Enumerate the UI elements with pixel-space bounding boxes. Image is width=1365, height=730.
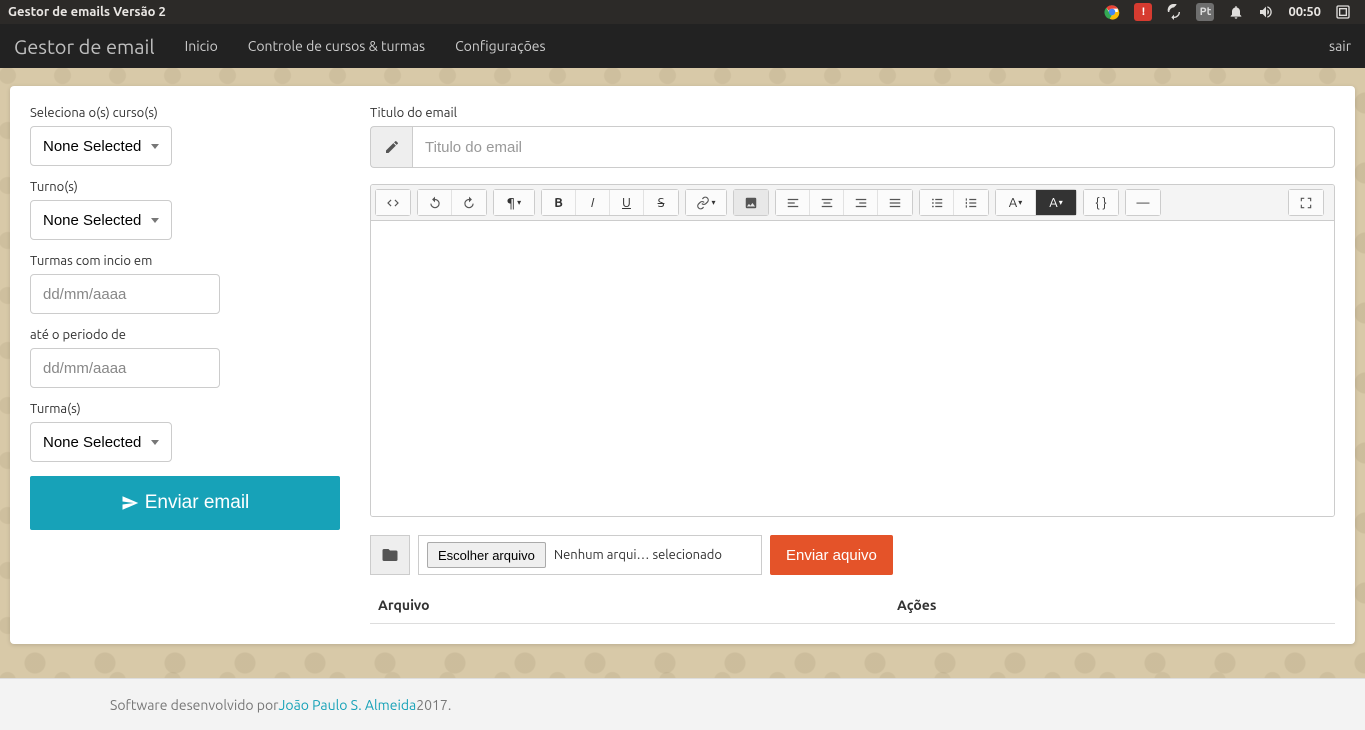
cursos-dropdown-value: None Selected (43, 138, 141, 155)
compose-area: Titulo do email ¶▾ B (370, 106, 1335, 624)
paragraph-dropdown[interactable]: ¶▾ (494, 190, 534, 215)
align-justify-button[interactable] (878, 190, 912, 215)
code-view-button[interactable] (376, 190, 410, 215)
os-window-title: Gestor de emails Versão 2 (8, 5, 1104, 19)
main-card: Seleciona o(s) curso(s) None Selected Tu… (10, 86, 1355, 644)
file-addon (370, 535, 410, 575)
periodo-date-input[interactable] (30, 348, 220, 388)
keyboard-layout-badge[interactable]: Pt (1196, 3, 1214, 21)
session-icon[interactable] (1335, 4, 1351, 20)
col-arquivo: Arquivo (378, 597, 897, 613)
editor-toolbar: ¶▾ B I U S ▾ (371, 185, 1334, 221)
list-ul-button[interactable] (920, 190, 954, 215)
nav-config[interactable]: Configurações (455, 38, 545, 54)
turnos-dropdown-value: None Selected (43, 212, 141, 229)
horizontal-rule-button[interactable]: — (1126, 190, 1160, 215)
file-choose-button[interactable]: Escolher arquivo (427, 542, 546, 568)
nav-logout[interactable]: sair (1329, 38, 1351, 54)
editor-content-area[interactable] (371, 221, 1334, 516)
os-clock[interactable]: 00:50 (1288, 5, 1321, 19)
fullscreen-button[interactable] (1289, 190, 1323, 215)
col-acoes: Ações (897, 597, 1327, 613)
caret-down-icon (151, 440, 159, 445)
os-tray: ! Pt 00:50 (1104, 3, 1351, 21)
app-brand: Gestor de email (14, 35, 155, 58)
align-left-button[interactable] (776, 190, 810, 215)
align-center-button[interactable] (810, 190, 844, 215)
bg-color-dropdown[interactable]: A▾ (1036, 190, 1076, 215)
nav-inicio[interactable]: Inicio (185, 38, 218, 54)
list-ol-button[interactable] (954, 190, 988, 215)
attachments-table-header: Arquivo Ações (370, 589, 1335, 624)
footer-author-link[interactable]: João Paulo S. Almeida (279, 697, 417, 713)
pencil-icon (384, 139, 400, 155)
email-title-label: Titulo do email (370, 106, 1335, 120)
inicio-label: Turmas com incio em (30, 254, 350, 268)
chrome-icon[interactable] (1104, 4, 1120, 20)
turnos-dropdown[interactable]: None Selected (30, 200, 172, 240)
paper-plane-icon (121, 494, 139, 512)
page-body: Seleciona o(s) curso(s) None Selected Tu… (0, 68, 1365, 678)
nav-controle[interactable]: Controle de cursos & turmas (248, 38, 425, 54)
cursos-label: Seleciona o(s) curso(s) (30, 106, 350, 120)
underline-button[interactable]: U (610, 190, 644, 215)
bold-button[interactable]: B (542, 190, 576, 215)
file-status-text: Nenhum arqui… selecionado (554, 548, 753, 562)
footer-prefix: Software desenvolvido por (110, 697, 279, 713)
app-navbar: Gestor de email Inicio Controle de curso… (0, 24, 1365, 68)
undo-button[interactable] (418, 190, 452, 215)
caret-down-icon (151, 144, 159, 149)
redo-button[interactable] (452, 190, 486, 215)
sync-icon[interactable] (1166, 4, 1182, 20)
italic-button[interactable]: I (576, 190, 610, 215)
turmas-dropdown-value: None Selected (43, 434, 141, 451)
turmas-label: Turma(s) (30, 402, 350, 416)
send-email-button-label: Enviar email (145, 492, 250, 514)
os-topbar: Gestor de emails Versão 2 ! Pt 00:50 (0, 0, 1365, 24)
link-dropdown[interactable]: ▾ (686, 190, 726, 215)
send-email-button[interactable]: Enviar email (30, 476, 340, 530)
folder-open-icon (381, 546, 399, 564)
email-title-input[interactable] (412, 126, 1335, 168)
periodo-label: até o periodo de (30, 328, 350, 342)
title-addon (370, 126, 412, 168)
cursos-dropdown[interactable]: None Selected (30, 126, 172, 166)
footer: Software desenvolvido por João Paulo S. … (0, 678, 1365, 730)
image-button[interactable] (734, 190, 768, 215)
strike-button[interactable]: S (644, 190, 678, 215)
turmas-dropdown[interactable]: None Selected (30, 422, 172, 462)
caret-down-icon (151, 218, 159, 223)
align-right-button[interactable] (844, 190, 878, 215)
file-send-button[interactable]: Enviar aquivo (770, 535, 893, 575)
inicio-date-input[interactable] (30, 274, 220, 314)
volume-icon[interactable] (1258, 4, 1274, 20)
filter-sidebar: Seleciona o(s) curso(s) None Selected Tu… (30, 106, 350, 624)
turnos-label: Turno(s) (30, 180, 350, 194)
footer-suffix: 2017. (416, 697, 451, 713)
code-block-button[interactable]: { } (1084, 190, 1118, 215)
alert-icon[interactable]: ! (1134, 3, 1152, 21)
font-color-dropdown[interactable]: A▾ (996, 190, 1036, 215)
notification-bell-icon[interactable] (1228, 4, 1244, 20)
file-picker[interactable]: Escolher arquivo Nenhum arqui… seleciona… (418, 535, 762, 575)
rich-text-editor: ¶▾ B I U S ▾ (370, 184, 1335, 517)
